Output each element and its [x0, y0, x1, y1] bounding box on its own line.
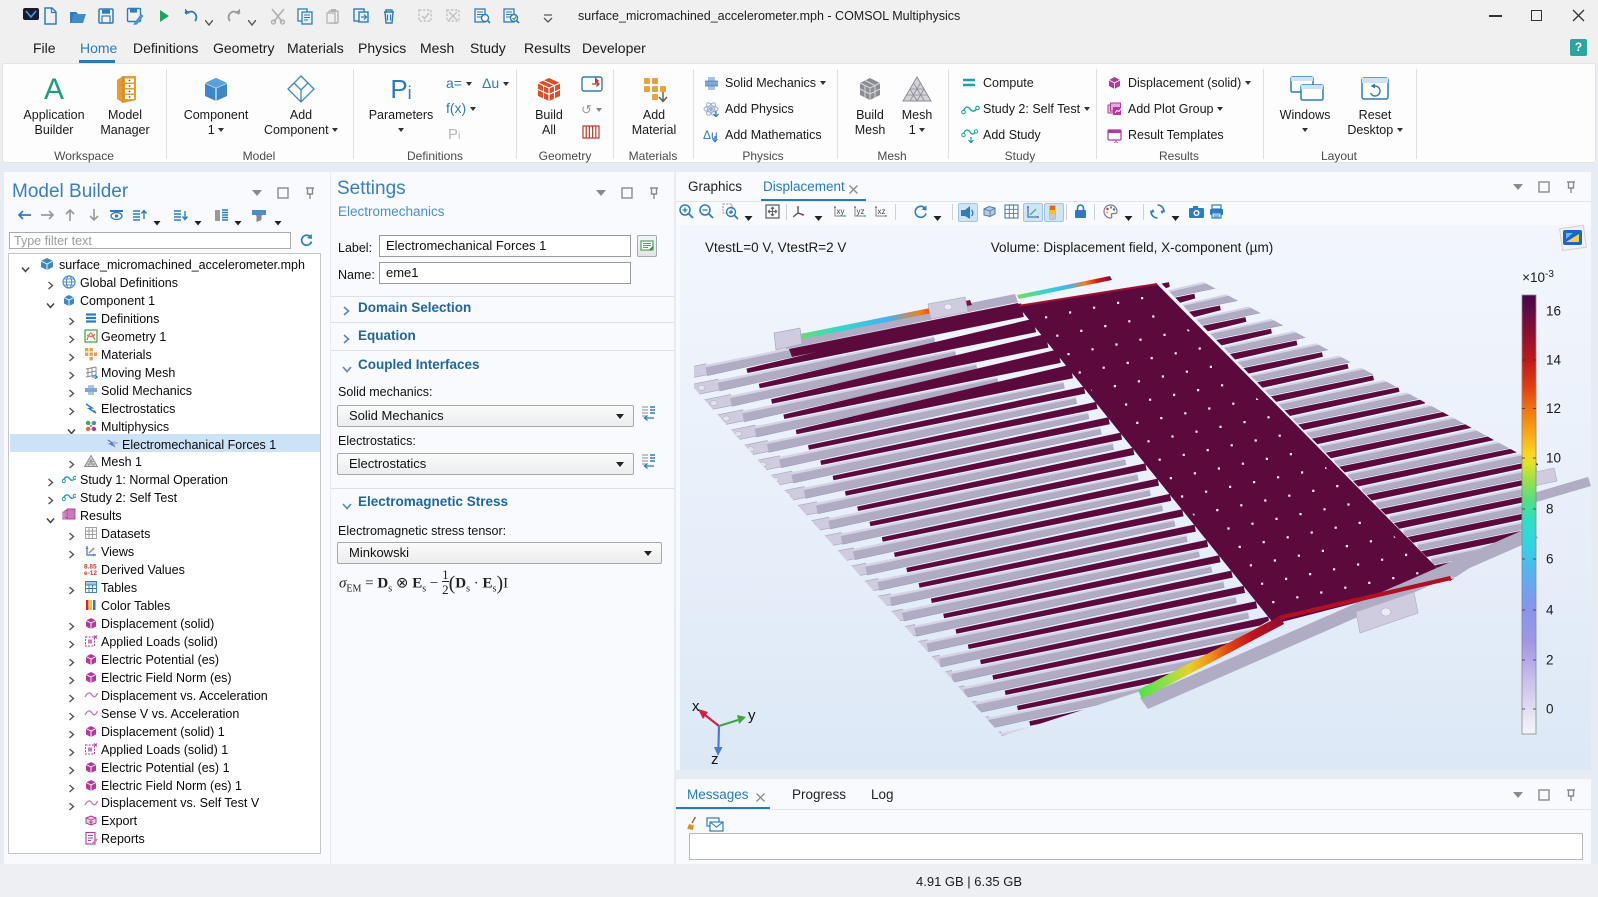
svg-text:12: 12 — [1546, 401, 1561, 416]
svg-text:Pi: Pi — [390, 74, 411, 104]
svg-text:A: A — [44, 74, 64, 104]
svg-text:6: 6 — [1546, 552, 1554, 567]
svg-text:4: 4 — [1546, 603, 1554, 618]
svg-text:y: y — [748, 707, 756, 724]
svg-text:16: 16 — [1546, 304, 1561, 319]
svg-text:VtestL=0 V, VtestR=2 V: VtestL=0 V, VtestR=2 V — [705, 240, 846, 255]
svg-text:yz: yz — [857, 207, 865, 216]
svg-text:14: 14 — [1546, 353, 1562, 368]
svg-text:2: 2 — [1546, 653, 1554, 668]
svg-text:0: 0 — [1546, 702, 1554, 717]
svg-text:z: z — [711, 751, 719, 768]
svg-text:xy: xy — [837, 207, 845, 216]
svg-text:8: 8 — [1546, 502, 1554, 517]
svg-text:xz: xz — [878, 207, 886, 216]
svg-text:x: x — [692, 698, 700, 715]
svg-text:e-12: e-12 — [84, 570, 97, 576]
svg-text:Volume: Displacement field, X-: Volume: Displacement field, X-component … — [991, 240, 1273, 255]
svg-text:10: 10 — [1546, 451, 1561, 466]
